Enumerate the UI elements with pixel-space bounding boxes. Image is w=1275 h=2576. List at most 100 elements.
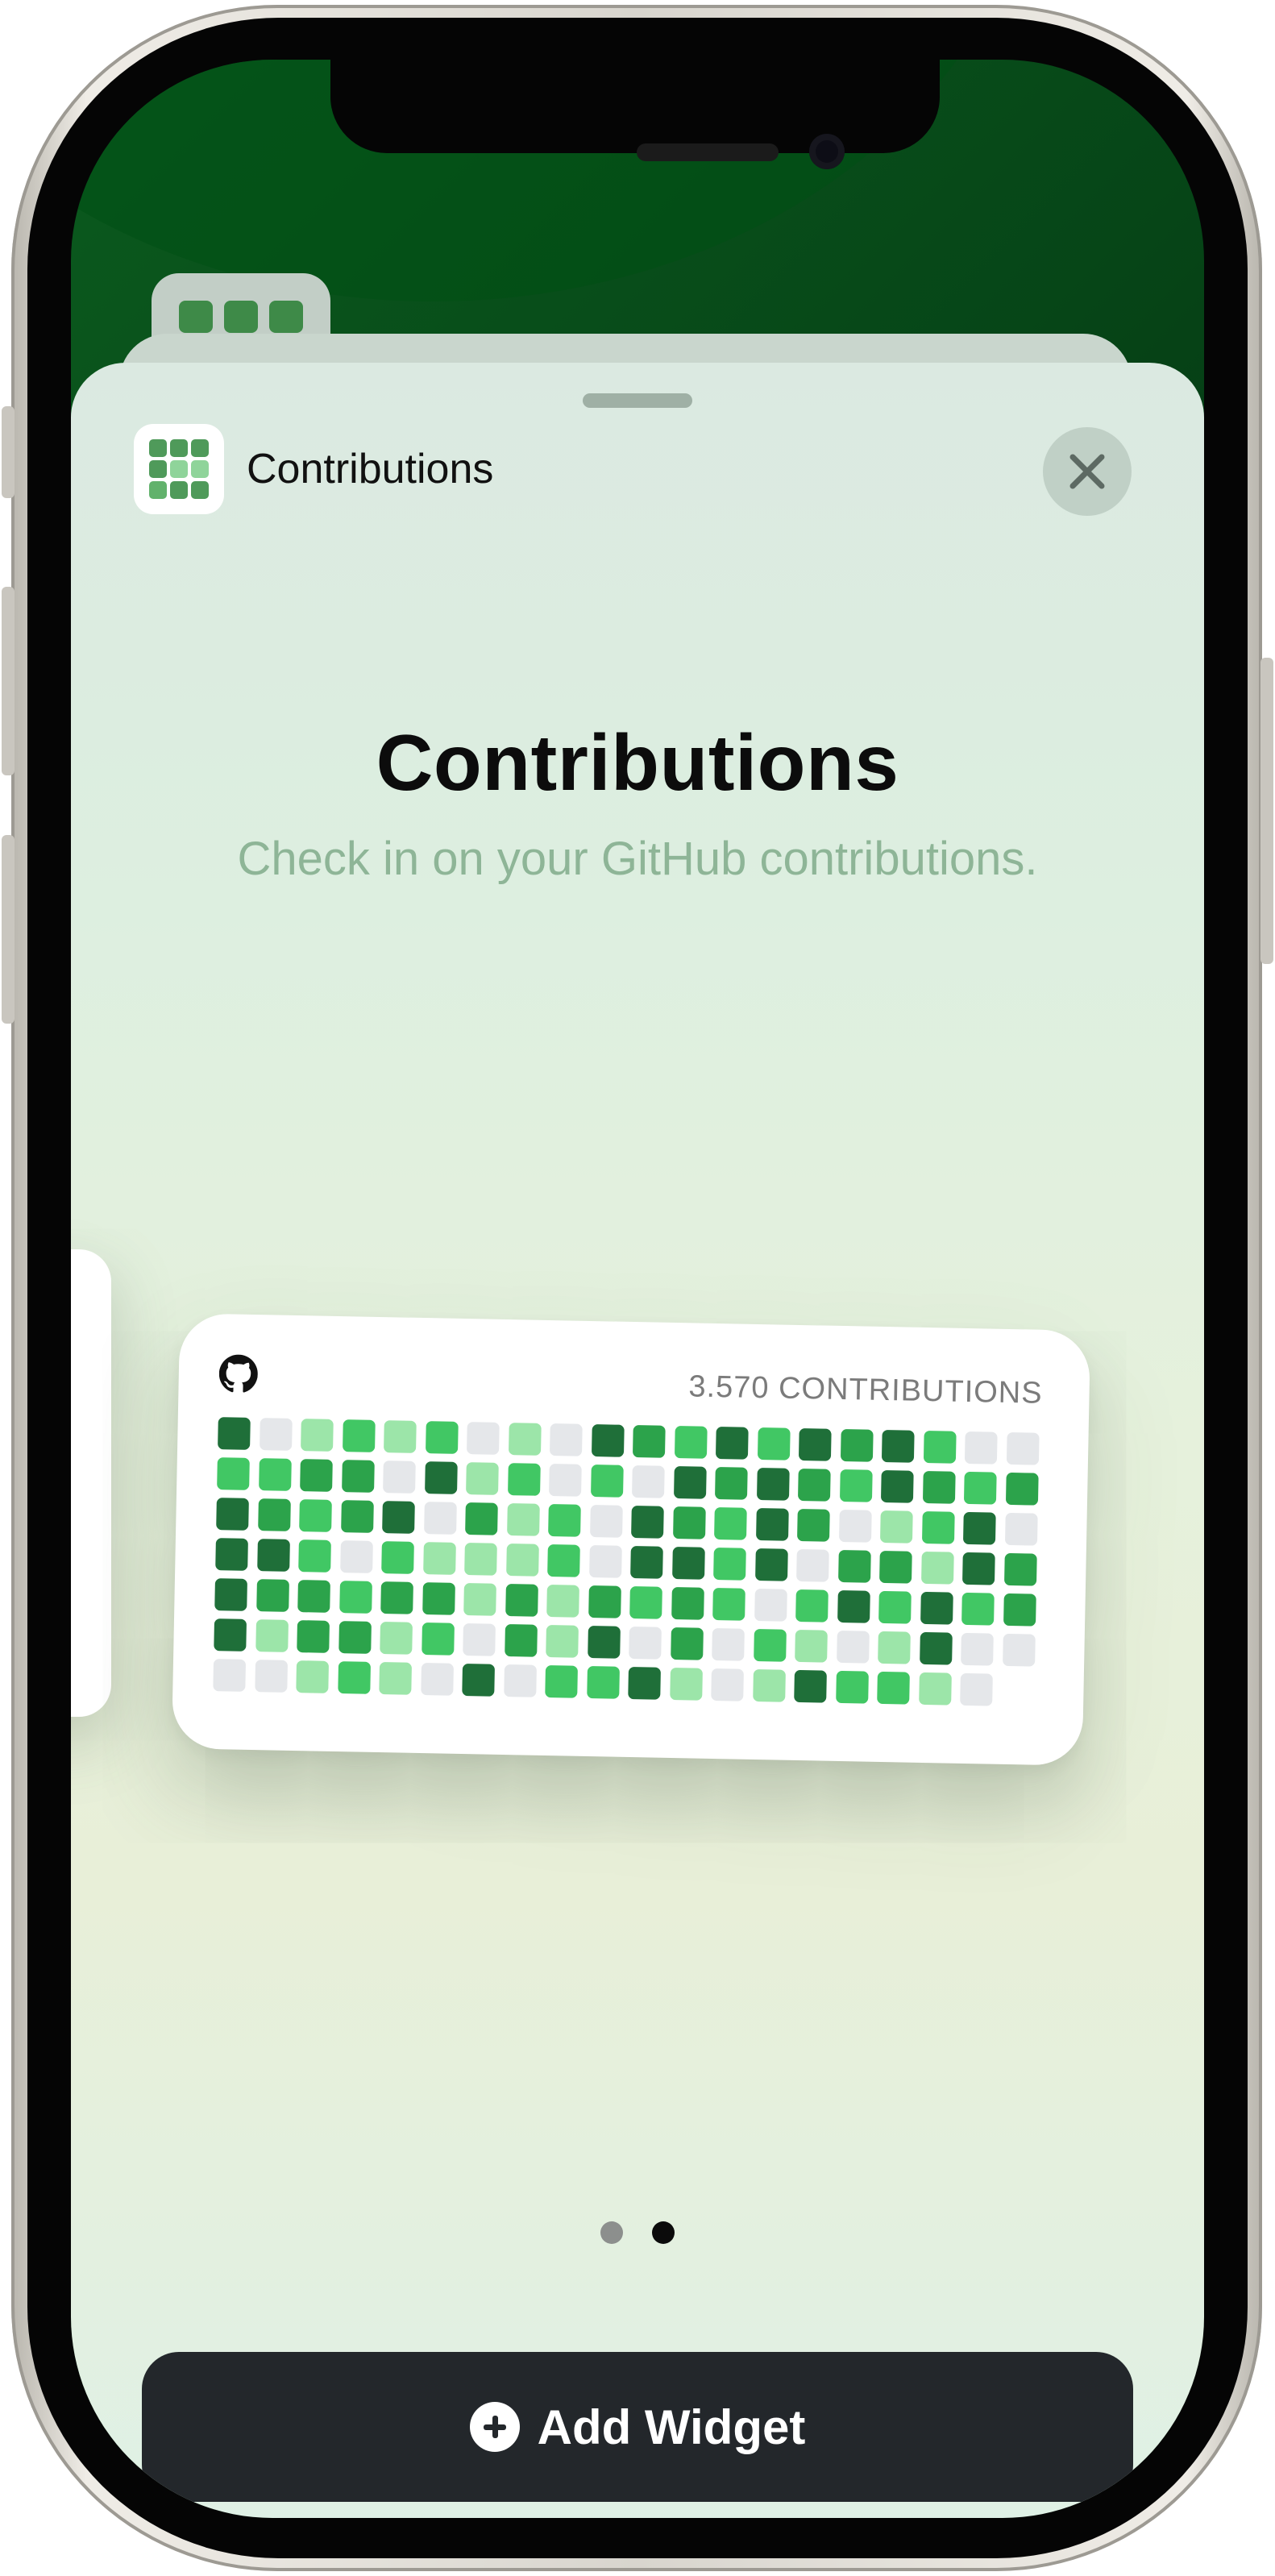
contribution-cell (714, 1506, 747, 1540)
widget-preview-medium[interactable]: 3.570 CONTRIBUTIONS (171, 1313, 1091, 1766)
contribution-cell (962, 1511, 996, 1545)
contribution-cell (878, 1590, 912, 1624)
screen: Contributions Contributions Check in on … (71, 60, 1204, 2518)
contribution-cell (255, 1619, 289, 1652)
contribution-cell (671, 1546, 705, 1580)
contribution-cell (757, 1427, 791, 1460)
page-dot[interactable] (600, 2221, 623, 2244)
contribution-cell (258, 1458, 292, 1491)
contribution-cell (549, 1464, 582, 1497)
contribution-cell (1006, 1431, 1040, 1465)
contribution-cell (422, 1542, 456, 1575)
contribution-cell (421, 1622, 455, 1656)
contribution-cell (797, 1468, 831, 1502)
add-widget-button[interactable]: Add Widget (142, 2352, 1133, 2502)
contribution-cell (961, 1632, 994, 1666)
contribution-cell (382, 1501, 415, 1534)
contribution-cell (628, 1666, 661, 1700)
contribution-cell (588, 1585, 621, 1618)
contribution-cell (754, 1548, 788, 1581)
contribution-cell (961, 1592, 995, 1626)
contribution-cell (259, 1418, 293, 1451)
contribution-cell (466, 1422, 500, 1455)
sheet-grabber[interactable] (583, 393, 692, 408)
contribution-cell (547, 1544, 580, 1577)
contribution-cell (380, 1581, 413, 1614)
contribution-cell (505, 1584, 538, 1617)
contribution-cell (671, 1586, 704, 1620)
contribution-cell (880, 1469, 914, 1503)
contribution-cell (922, 1470, 956, 1504)
contribution-cell (422, 1582, 455, 1615)
contribution-cell (960, 1672, 993, 1706)
contribution-cell (466, 1462, 499, 1495)
contribution-cell (381, 1541, 414, 1574)
contribution-cell (590, 1465, 624, 1498)
contribution-cell (384, 1420, 417, 1453)
contribution-cell (214, 1618, 247, 1652)
contribution-cell (631, 1465, 665, 1498)
speaker-grille (637, 143, 779, 161)
contribution-cell (754, 1588, 787, 1622)
close-icon (1069, 454, 1105, 489)
contribution-cell (298, 1539, 331, 1573)
contribution-cell (342, 1419, 376, 1452)
contribution-cell (711, 1668, 744, 1701)
previous-widget-preview[interactable] (71, 1249, 111, 1717)
contribution-cell (508, 1423, 542, 1456)
contribution-cell (795, 1629, 828, 1663)
contribution-cell (213, 1659, 247, 1692)
contribution-cell (1004, 1512, 1038, 1546)
contribution-cell (462, 1664, 495, 1697)
contribution-cell (548, 1504, 581, 1537)
contribution-cell (214, 1578, 247, 1611)
contribution-cell (1003, 1552, 1037, 1586)
contribution-cell (254, 1660, 288, 1693)
contribution-cell (837, 1589, 870, 1623)
add-widget-label: Add Widget (537, 2399, 806, 2454)
contribution-cell (837, 1549, 871, 1583)
contribution-cell (1003, 1593, 1036, 1627)
contribution-cell (835, 1670, 869, 1704)
contribution-cell (1005, 1472, 1039, 1506)
mute-switch (2, 406, 15, 498)
contribution-cell (879, 1550, 912, 1584)
contribution-cell (218, 1417, 251, 1450)
contribution-cell (920, 1551, 954, 1585)
contribution-cell (338, 1621, 372, 1654)
contribution-cell (796, 1548, 829, 1582)
contribution-cell (921, 1510, 955, 1544)
contribution-cell (753, 1628, 787, 1662)
contribution-cell (795, 1589, 829, 1622)
contribution-cell (962, 1552, 995, 1585)
contribution-cell (632, 1425, 666, 1458)
contribution-cell (383, 1460, 416, 1494)
contribution-cell (301, 1419, 334, 1452)
contribution-cell (300, 1459, 333, 1492)
contribution-cell (341, 1460, 375, 1493)
widget-gallery-sheet: Contributions Contributions Check in on … (71, 363, 1204, 2518)
contribution-cell (629, 1626, 662, 1660)
contribution-cell (715, 1427, 749, 1460)
contribution-cell (755, 1507, 789, 1541)
contribution-cell (549, 1423, 583, 1456)
close-button[interactable] (1043, 427, 1132, 516)
page-dot[interactable] (652, 2221, 675, 2244)
app-name: Contributions (247, 446, 494, 492)
contribution-cell (1002, 1633, 1036, 1667)
contribution-cell (464, 1543, 497, 1576)
contribution-cell (424, 1461, 458, 1494)
contribution-cell (631, 1506, 664, 1539)
widget-title: Contributions (376, 718, 899, 807)
volume-up-button (2, 587, 15, 775)
contribution-cell (255, 1579, 289, 1612)
contribution-cell (507, 1463, 541, 1496)
contribution-cell (797, 1508, 830, 1542)
contribution-cell (380, 1622, 413, 1655)
contribution-cell (506, 1503, 540, 1536)
contribution-cell (839, 1469, 873, 1502)
plus-circle-icon (469, 2402, 520, 2452)
contribution-cell (798, 1427, 832, 1461)
contribution-cell (505, 1544, 539, 1577)
page-indicator[interactable] (71, 2221, 1204, 2244)
